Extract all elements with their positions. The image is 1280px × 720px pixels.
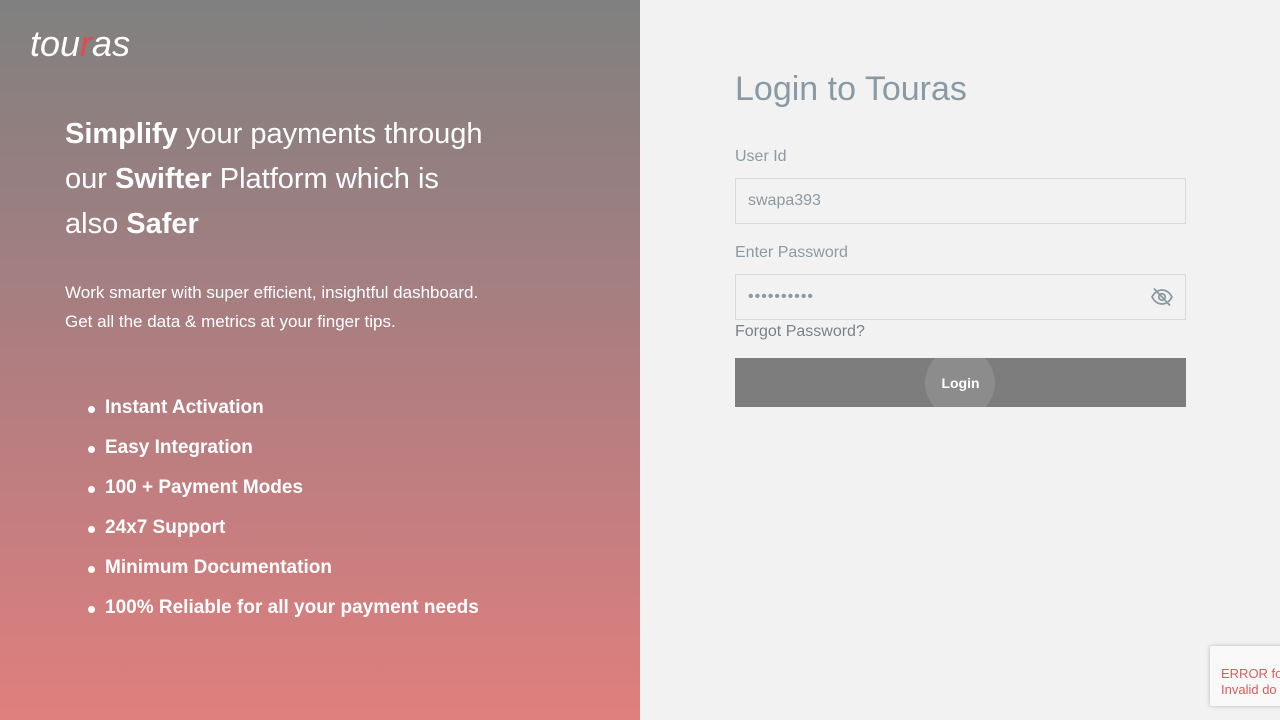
marketing-panel: touras Simplify your payments through ou…	[0, 0, 640, 720]
headline-bold-simplify: Simplify	[65, 118, 178, 150]
feature-item: Minimum Documentation	[88, 548, 479, 588]
subtext-line-2: Get all the data & metrics at your finge…	[65, 312, 396, 331]
user-id-label: User Id	[735, 148, 787, 165]
bullet-icon	[88, 406, 95, 413]
bullet-icon	[88, 486, 95, 493]
toggle-password-visibility-button[interactable]	[1138, 274, 1186, 320]
password-label: Enter Password	[735, 244, 848, 261]
hero-subtext: Work smarter with super efficient, insig…	[65, 278, 545, 336]
feature-label: Easy Integration	[105, 437, 253, 458]
feature-label: Instant Activation	[105, 397, 264, 418]
logo-text-accent: r	[80, 23, 93, 64]
headline-text-2b: Platform which is	[211, 163, 439, 195]
captcha-error-line-2: Invalid do	[1221, 682, 1277, 697]
login-button[interactable]: Login	[735, 358, 1186, 407]
bullet-icon	[88, 566, 95, 573]
feature-label: 100% Reliable for all your payment needs	[105, 597, 479, 618]
headline-bold-safer: Safer	[126, 208, 199, 240]
feature-label: 100 + Payment Modes	[105, 477, 304, 498]
feature-item: 100 + Payment Modes	[88, 468, 479, 508]
feature-label: 24x7 Support	[105, 517, 226, 538]
headline-text-1: your payments through	[177, 118, 483, 150]
headline-bold-swifter: Swifter	[114, 163, 212, 195]
logo-text-suffix: as	[92, 23, 131, 64]
headline-text-2a: our	[65, 163, 115, 195]
recaptcha-error-badge: ERROR for Invalid do	[1210, 646, 1280, 706]
feature-label: Minimum Documentation	[105, 557, 332, 578]
feature-item: 24x7 Support	[88, 508, 479, 548]
login-title: Login to Touras	[735, 70, 967, 108]
logo-text-prefix: tou	[30, 23, 81, 64]
password-input[interactable]	[735, 274, 1139, 320]
login-button-label: Login	[941, 374, 980, 391]
touras-logo: touras	[30, 24, 130, 64]
eye-slash-icon	[1150, 287, 1173, 307]
subtext-line-1: Work smarter with super efficient, insig…	[65, 283, 479, 302]
bullet-icon	[88, 526, 95, 533]
feature-list: Instant Activation Easy Integration 100 …	[65, 388, 479, 628]
feature-item: Easy Integration	[88, 428, 479, 468]
bullet-icon	[88, 446, 95, 453]
captcha-error-line-1: ERROR for	[1221, 666, 1280, 681]
feature-item: 100% Reliable for all your payment needs	[88, 588, 479, 628]
bullet-icon	[88, 606, 95, 613]
login-panel: Login to Touras User Id Enter Password F…	[640, 0, 1280, 720]
user-id-input[interactable]	[735, 178, 1186, 224]
hero-headline: Simplify your payments through our Swift…	[65, 112, 525, 247]
feature-item: Instant Activation	[88, 388, 479, 428]
forgot-password-link[interactable]: Forgot Password?	[735, 323, 865, 341]
login-page: touras Simplify your payments through ou…	[0, 0, 1280, 720]
headline-text-3: also	[65, 208, 127, 240]
